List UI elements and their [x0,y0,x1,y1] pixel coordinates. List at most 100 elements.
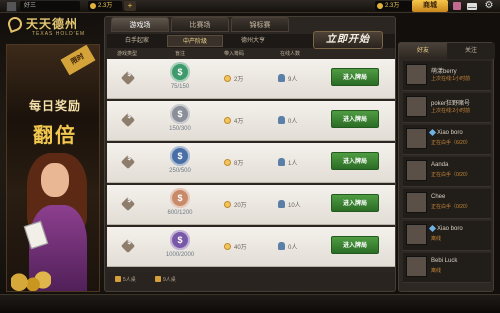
friend-item[interactable]: Chee 正在白手（0/20） [403,189,491,219]
people-icon [278,200,285,208]
bottom-bar [0,294,500,313]
table-size-legend: 5人桌 9人桌 [107,272,395,290]
tab-following[interactable]: 关注 [447,43,495,59]
top-bar: 好三 2.3万 + 2.3万 商城 ⚙ [0,0,500,13]
friend-status: 上次在线:1小时前 [431,76,471,82]
friend-status: 正在白手（6/20） [431,140,471,146]
people-icon [278,242,285,250]
coin-icon [224,117,231,124]
quick-start-button[interactable]: 立即开始 [313,31,383,49]
room-rows: $ 75/150 2万 9人 进入牌局 $ 150/300 4万 0人 进入牌局 [107,59,395,269]
vip-diamond-icon [428,224,437,233]
settings-gear-icon[interactable]: ⚙ [484,1,494,11]
user-name: 好三 [20,1,80,11]
friend-avatar [406,96,427,117]
tab-friends[interactable]: 好友 [399,43,447,59]
friend-status: 正在白手（0/20） [431,204,471,210]
blinds-value: 1000/2000 [165,252,195,258]
friend-status: 正在白手（0/20） [431,172,471,178]
friend-avatar [406,256,427,277]
friend-item[interactable]: Xiao boro 离线 [403,221,491,251]
user-avatar[interactable] [6,1,17,12]
enter-room-button[interactable]: 进入牌局 [331,110,379,128]
friends-panel: 好友 关注 萌漾berry 上次在线:1小时前 poker狂野赌号 上次在线:2… [398,42,495,292]
friend-status: 离线 [431,236,442,242]
online-count: 0人 [288,119,298,125]
online-count: 0人 [288,245,298,251]
friend-name: Chee [431,194,446,200]
game-type-icon [120,112,136,128]
friend-avatar [406,160,427,181]
room-row: $ 600/1200 20万 10人 进入牌局 [107,185,395,225]
tab-sit-and-go[interactable]: 比赛场 [171,17,229,32]
add-coins-button[interactable]: + [124,1,136,11]
coin-icon [224,75,231,82]
blinds-value: 150/300 [169,126,191,132]
tab-game-room[interactable]: 游戏场 [111,17,169,32]
room-row: $ 250/500 8万 1人 进入牌局 [107,143,395,183]
game-type-icon [120,238,136,254]
friends-tabs: 好友 关注 [399,43,495,59]
logo-mark-icon [6,15,24,33]
friend-item[interactable]: Xiao boro 正在白手（6/20） [403,125,491,155]
buyin-value: 40万 [234,245,247,251]
friend-item[interactable]: Bebi Luck 离线 [403,253,491,283]
mail-icon[interactable] [467,3,477,10]
buyin-value: 8万 [234,161,244,167]
banner-headline: 每日奖励 [28,99,81,113]
friends-icon[interactable] [453,2,461,10]
hostess-face [41,163,69,197]
enter-room-button[interactable]: 进入牌局 [331,194,379,212]
col-online: 在线人数 [279,51,300,57]
people-icon [278,116,285,124]
friends-list: 萌漾berry 上次在线:1小时前 poker狂野赌号 上次在线:2小时前 Xi… [399,61,495,291]
enter-room-button[interactable]: 进入牌局 [331,152,379,170]
tab-tournament[interactable]: 锦标赛 [231,17,289,32]
nine-seat-icon [155,276,161,282]
mall-button[interactable]: 商城 [412,0,448,12]
game-lobby: 好三 2.3万 + 2.3万 商城 ⚙ 天天德州 TEXAS HOLD'EM 限… [0,0,500,313]
col-game-type: 游戏类型 [116,51,137,57]
chips-pile-icon [11,269,51,291]
promo-banner[interactable]: 限时 每日奖励 翻倍 [6,44,100,292]
enter-room-button[interactable]: 进入牌局 [331,236,379,254]
friend-name: Xiao boro [437,130,463,136]
game-type-icon [120,70,136,86]
col-buyin: 带入筹码 [223,51,244,57]
buyin-value: 4万 [234,119,244,125]
online-count: 9人 [288,77,298,83]
friend-name: Aanda [431,162,449,168]
friend-status: 离线 [431,268,442,274]
friend-avatar [406,128,427,149]
legend-five-seat: 5人桌 [123,277,136,283]
friend-item[interactable]: poker狂野赌号 上次在线:2小时前 [403,93,491,123]
coin-icon [224,159,231,166]
friend-name: Xiao boro [437,226,463,232]
friend-item[interactable]: 萌漾berry 上次在线:1小时前 [403,61,491,91]
room-list-panel: 游戏场 比赛场 锦标赛 白手起家 中产阶级 德州大亨 立即开始 游戏类型 盲注 … [104,16,396,292]
friend-avatar [406,192,427,213]
logo-subtitle: TEXAS HOLD'EM [32,31,86,37]
friend-avatar [406,224,427,245]
subtab-middle[interactable]: 中产阶级 [167,35,223,47]
people-icon [278,74,285,82]
limited-time-tag: 限时 [60,45,96,76]
subtab-beginner[interactable]: 白手起家 [109,35,165,47]
legend-nine-seat: 9人桌 [163,277,176,283]
enter-room-button[interactable]: 进入牌局 [331,68,379,86]
blind-chip-icon: $ [170,146,190,166]
friend-name: poker狂野赌号 [431,101,471,107]
subtab-tycoon[interactable]: 德州大亨 [225,35,281,47]
friend-name: Bebi Luck [431,258,458,264]
game-type-icon [120,154,136,170]
people-icon [278,158,285,166]
blind-chip-icon: $ [170,62,190,82]
friend-item[interactable]: Aanda 正在白手（0/20） [403,157,491,187]
room-row: $ 150/300 4万 0人 进入牌局 [107,101,395,141]
banner-double: 翻倍 [33,125,77,147]
room-row: $ 1000/2000 40万 0人 进入牌局 [107,227,395,267]
buyin-value: 2万 [234,77,244,83]
app-logo: 天天德州 TEXAS HOLD'EM [6,14,100,44]
table-header: 游戏类型 盲注 带入筹码 在线人数 [107,49,395,59]
vip-diamond-icon [428,128,437,137]
